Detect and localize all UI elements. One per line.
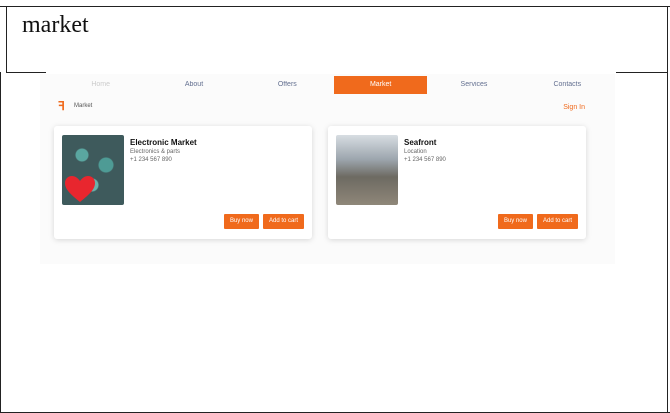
listing-detail: Electronics & parts bbox=[130, 149, 181, 155]
cell-divider-right bbox=[616, 72, 668, 73]
listing-phone: +1 234 567 890 bbox=[404, 157, 446, 163]
buy-now-button[interactable]: Buy now bbox=[497, 214, 533, 229]
frame-right-line bbox=[667, 6, 668, 413]
document-word: market bbox=[22, 12, 89, 38]
frame-top-line bbox=[0, 6, 670, 7]
nav-item-offers[interactable]: Offers bbox=[241, 76, 334, 94]
frame-left-line bbox=[6, 6, 7, 72]
nav-item-contacts[interactable]: Contacts bbox=[521, 76, 614, 94]
buy-now-button[interactable]: Buy now bbox=[223, 214, 259, 229]
nav-item-market[interactable]: Market bbox=[333, 76, 428, 94]
brand-name: Market bbox=[74, 103, 93, 109]
heart-icon bbox=[65, 176, 95, 202]
frame-left-lower-line bbox=[0, 72, 1, 413]
listing-phone: +1 234 567 890 bbox=[130, 157, 172, 163]
listing-title: Electronic Market bbox=[130, 138, 197, 147]
add-to-cart-button[interactable]: Add to cart bbox=[536, 214, 578, 229]
brand-logo-icon: ꟻ bbox=[58, 99, 65, 113]
cell-divider-left bbox=[6, 72, 46, 73]
nav-item-home[interactable]: Home bbox=[54, 76, 147, 94]
top-nav: Home About Offers Market Services Contac… bbox=[54, 76, 614, 94]
listing-title: Seafront bbox=[404, 138, 437, 147]
listing-card: Seafront Location +1 234 567 890 Buy now… bbox=[328, 126, 586, 239]
nav-item-services[interactable]: Services bbox=[427, 76, 520, 94]
nav-item-about[interactable]: About bbox=[147, 76, 240, 94]
listing-image bbox=[62, 135, 124, 205]
add-to-cart-button[interactable]: Add to cart bbox=[262, 214, 304, 229]
sign-in-link[interactable]: Sign In bbox=[563, 104, 585, 111]
app-screenshot: Home About Offers Market Services Contac… bbox=[40, 74, 615, 264]
listing-card: Electronic Market Electronics & parts +1… bbox=[54, 126, 312, 239]
listing-image bbox=[336, 135, 398, 205]
brand[interactable]: ꟻ Market bbox=[58, 99, 92, 113]
listing-detail: Location bbox=[404, 149, 427, 155]
